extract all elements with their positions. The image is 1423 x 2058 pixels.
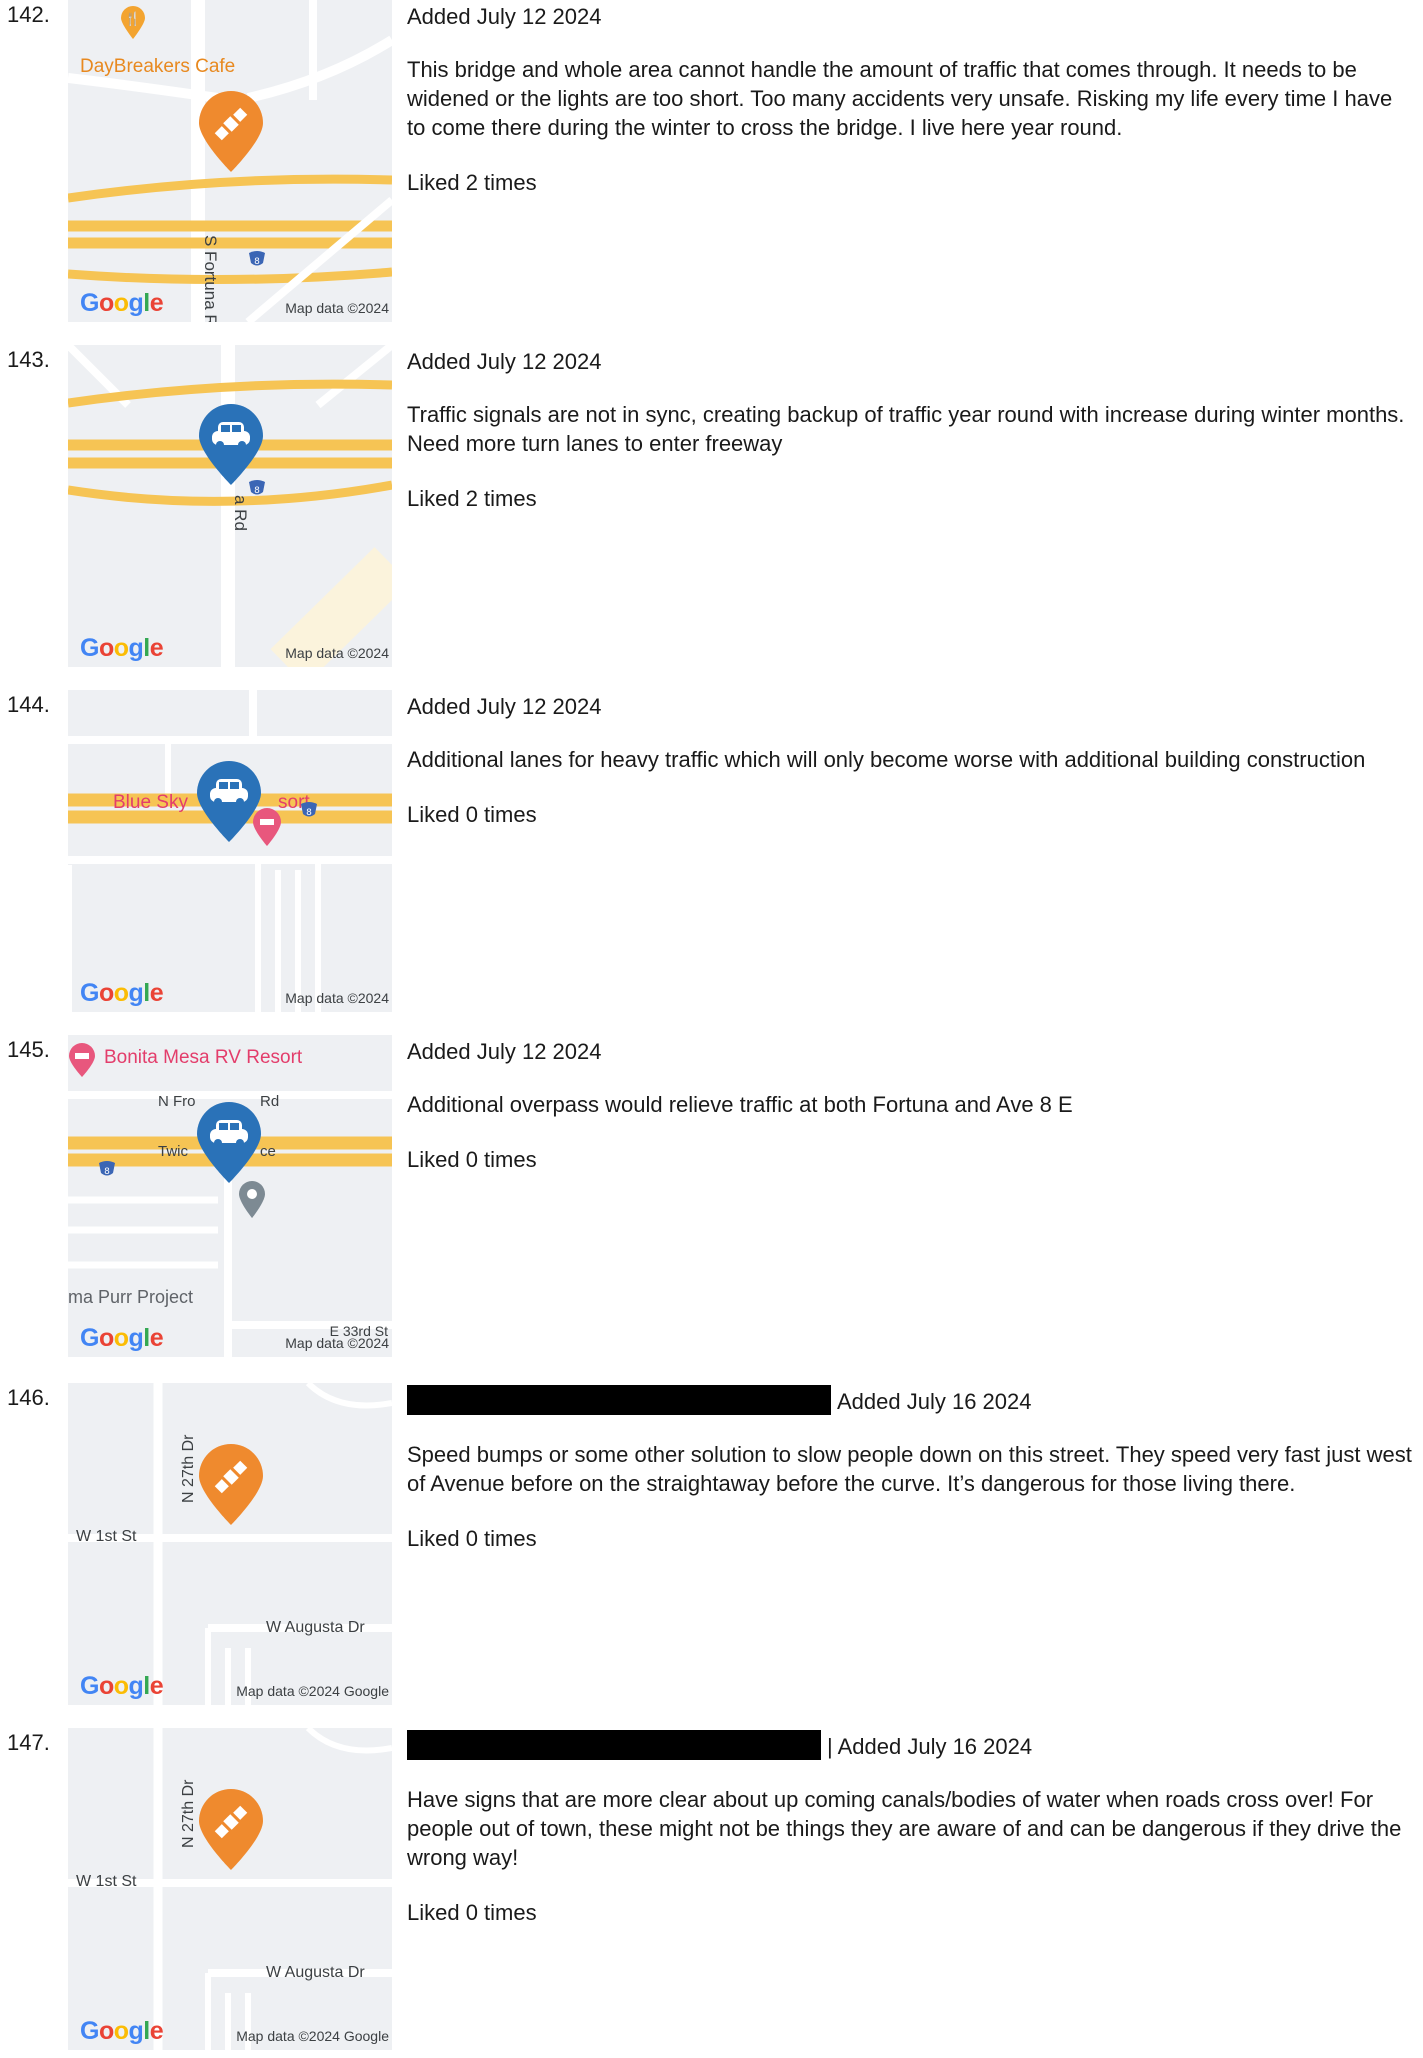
google-logo: Google	[80, 979, 164, 1007]
street-label: W Augusta Dr	[266, 1964, 365, 1981]
map-thumbnail[interactable]: Blue Sky sort 8 Google Map data ©2024	[68, 690, 392, 1012]
google-logo: Google	[80, 1324, 164, 1352]
added-date-text: Added July 16 2024	[837, 1389, 1032, 1414]
comment-entry: 144. Blue Sky sort 8 Google Map data ©20…	[0, 690, 1423, 1020]
street-label: N 27th Dr	[180, 1434, 197, 1503]
place-label: Twic	[158, 1143, 188, 1160]
added-date: Added July 16 2024	[407, 1385, 1412, 1416]
poi-label: ma Purr Project	[68, 1287, 194, 1307]
map-attribution: Map data ©2024	[285, 300, 389, 316]
entry-number: 144.	[7, 692, 50, 717]
map-thumbnail[interactable]: a Rd 8 Google Map data ©2024	[68, 345, 392, 667]
map-attribution: Map data ©2024 Google	[236, 1683, 389, 1699]
svg-text:8: 8	[104, 1167, 110, 1177]
like-count[interactable]: Liked 0 times	[407, 1898, 1412, 1927]
map-roads	[68, 1035, 392, 1357]
poi-label: DayBreakers Cafe	[80, 56, 236, 77]
place-label: ce	[260, 1143, 276, 1160]
map-thumbnail[interactable]: Bonita Mesa RV Resort N Fro Rd Twic ce 8…	[68, 1035, 392, 1357]
svg-text:8: 8	[254, 257, 260, 267]
added-date: | Added July 16 2024	[407, 1730, 1412, 1761]
street-label: S Fortuna Rd	[201, 235, 220, 322]
entry-number: 147.	[7, 1730, 50, 1755]
like-count[interactable]: Liked 0 times	[407, 1145, 1412, 1174]
comment-text: Have signs that are more clear about up …	[407, 1787, 1402, 1870]
comment-text: Traffic signals are not in sync, creatin…	[407, 402, 1405, 456]
google-logo: Google	[80, 1672, 164, 1700]
map-attribution: Map data ©2024	[285, 1335, 389, 1351]
map-attribution: Map data ©2024 Google	[236, 2028, 389, 2044]
like-count[interactable]: Liked 2 times	[407, 168, 1412, 197]
svg-text:8: 8	[306, 808, 312, 818]
map-thumbnail[interactable]: 🍴 DayBreakers Cafe S Fortuna Rd 8 Google…	[68, 0, 392, 322]
added-date-text: | Added July 16 2024	[827, 1734, 1033, 1759]
like-count[interactable]: Liked 0 times	[407, 1524, 1412, 1553]
added-date: Added July 12 2024	[407, 349, 602, 374]
map-attribution: Map data ©2024	[285, 645, 389, 661]
comment-entry: 143. a Rd 8 Google Map data ©2024 Added …	[0, 345, 1423, 675]
entry-number: 145.	[7, 1037, 50, 1062]
comment-entry: 146. N 27th Dr W 1st St W Augusta Dr Goo…	[0, 1383, 1423, 1713]
entry-number: 143.	[7, 347, 50, 372]
like-count[interactable]: Liked 0 times	[407, 800, 1412, 829]
map-attribution: Map data ©2024	[285, 990, 389, 1006]
map-roads	[68, 690, 392, 1012]
redacted-name	[407, 1385, 831, 1415]
comment-text: Additional overpass would relieve traffi…	[407, 1092, 1073, 1117]
poi-label: Bonita Mesa RV Resort	[104, 1047, 303, 1068]
google-logo: Google	[80, 634, 164, 662]
added-date: Added July 12 2024	[407, 1039, 602, 1064]
comment-text: Additional lanes for heavy traffic which…	[407, 747, 1366, 772]
google-logo: Google	[80, 289, 164, 317]
street-label: W 1st St	[76, 1528, 137, 1545]
road-label: N Fro	[158, 1093, 196, 1110]
redacted-name	[407, 1730, 821, 1760]
map-thumbnail[interactable]: N 27th Dr W 1st St W Augusta Dr Google M…	[68, 1383, 392, 1705]
comment-text: Speed bumps or some other solution to sl…	[407, 1442, 1412, 1496]
street-label: N 27th Dr	[180, 1779, 197, 1848]
svg-text:🍴: 🍴	[125, 11, 141, 27]
svg-text:8: 8	[254, 486, 260, 496]
google-logo: Google	[80, 2017, 164, 2045]
comment-entry: 147. N 27th Dr W 1st St W Augusta Dr Goo…	[0, 1728, 1423, 2058]
entry-number: 146.	[7, 1385, 50, 1410]
like-count[interactable]: Liked 2 times	[407, 484, 1412, 513]
street-label: W 1st St	[76, 1873, 137, 1890]
comment-entry: 145. Bonita Mesa RV Resort N Fro Rd Twic…	[0, 1035, 1423, 1365]
added-date: Added July 12 2024	[407, 4, 602, 29]
comment-entry: 142. 🍴 DayBreakers Cafe S Fortuna Rd 8 G…	[0, 0, 1423, 330]
road-label: Rd	[260, 1093, 280, 1110]
map-thumbnail[interactable]: N 27th Dr W 1st St W Augusta Dr Google M…	[68, 1728, 392, 2050]
street-label: W Augusta Dr	[266, 1619, 365, 1636]
entry-number: 142.	[7, 2, 50, 27]
added-date: Added July 12 2024	[407, 694, 602, 719]
comment-text: This bridge and whole area cannot handle…	[407, 57, 1393, 140]
street-label: a Rd	[231, 495, 250, 531]
poi-label: Blue Sky	[113, 792, 188, 813]
